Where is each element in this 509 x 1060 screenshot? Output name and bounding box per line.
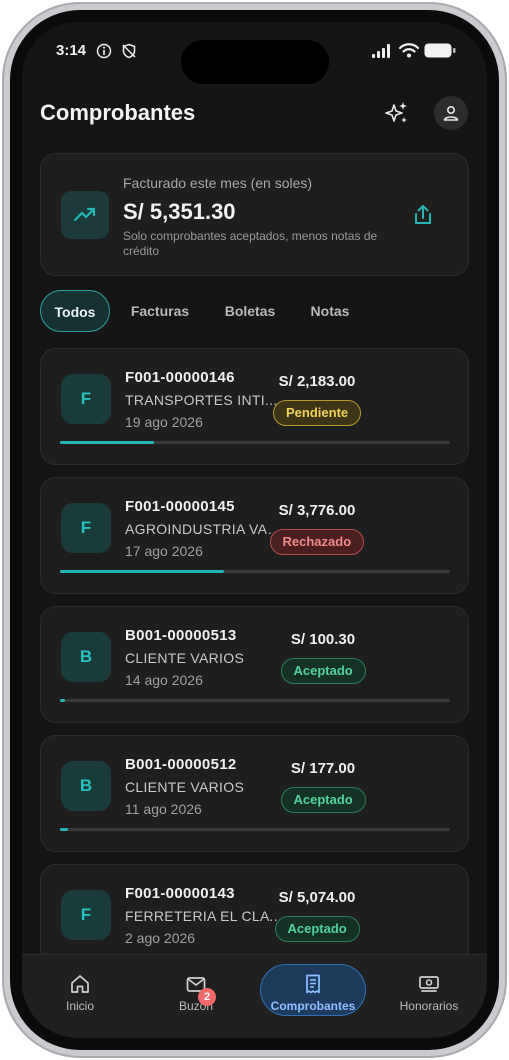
trending-up-icon [73, 207, 96, 222]
filter-tabs: Todos Facturas Boletas Notas [40, 290, 480, 334]
summary-value: S/ 5,351.30 [123, 199, 236, 224]
progress-fill [60, 828, 68, 831]
nav-buzon[interactable]: Buzón [141, 963, 251, 1019]
profile-button[interactable] [434, 96, 468, 130]
progress-bar [60, 699, 450, 702]
invoice-date: 14 ago 2026 [125, 672, 203, 688]
invoice-date: 19 ago 2026 [125, 414, 203, 430]
invoice-date: 17 ago 2026 [125, 543, 203, 559]
invoice-card[interactable]: B B001-00000512 CLIENTE VARIOS 11 ago 2026 S… [40, 735, 469, 852]
invoice-number: F001-00000146 [125, 369, 235, 386]
tab-facturas[interactable]: Facturas [120, 290, 200, 332]
info-icon [96, 43, 112, 59]
summary-icon-box [61, 191, 109, 239]
invoice-client: AGROINDUSTRIA VAL... [125, 521, 285, 537]
nav-label: Honorarios [399, 999, 459, 1013]
document-type-avatar: B [61, 632, 111, 682]
tab-notas[interactable]: Notas [300, 290, 360, 332]
nav-comprobantes[interactable]: Comprobantes [258, 963, 368, 1019]
shield-off-icon [122, 43, 136, 59]
dynamic-island [181, 40, 329, 84]
invoice-client: CLIENTE VARIOS [125, 779, 245, 795]
invoice-amount: S/ 177.00 [290, 760, 356, 777]
status-badge: Pendiente [273, 400, 362, 426]
app-screen: 3:14 Comprobantes Facturado este mes (en… [22, 22, 487, 1038]
wifi-icon [399, 43, 419, 58]
nav-inicio[interactable]: Inicio [25, 963, 135, 1019]
status-badge: Aceptado [280, 787, 366, 813]
invoice-number: F001-00000145 [125, 498, 235, 515]
summary-note: Solo comprobantes aceptados, menos notas… [123, 229, 378, 258]
invoice-client: FERRETERIA EL CLAV... [125, 908, 285, 924]
invoice-card[interactable]: F F001-00000146 TRANSPORTES INTI... 19 ago … [40, 348, 469, 465]
progress-fill [60, 441, 154, 444]
notification-badge: 2 [198, 988, 216, 1006]
status-bar: 3:14 [22, 22, 487, 84]
nav-honorarios[interactable]: Honorarios [374, 963, 484, 1019]
invoice-amount: S/ 2,183.00 [278, 373, 356, 390]
page-title: Comprobantes [40, 100, 196, 125]
share-icon[interactable] [411, 203, 435, 227]
document-type-avatar: F [61, 503, 111, 553]
user-icon [443, 105, 459, 121]
tab-boletas[interactable]: Boletas [212, 290, 288, 332]
invoice-client: CLIENTE VARIOS [125, 650, 245, 666]
nav-label: Comprobantes [270, 999, 356, 1013]
invoice-card[interactable]: F F001-00000145 AGROINDUSTRIA VAL... 17 ago… [40, 477, 469, 594]
monthly-summary-card: Facturado este mes (en soles) S/ 5,351.3… [40, 153, 469, 276]
invoice-date: 11 ago 2026 [125, 801, 202, 817]
status-time: 3:14 [56, 42, 87, 59]
document-type-avatar: F [61, 374, 111, 424]
invoice-amount: S/ 3,776.00 [278, 502, 356, 519]
status-badge: Rechazado [269, 529, 365, 555]
invoice-number: F001-00000143 [125, 885, 235, 902]
summary-label: Facturado este mes (en soles) [123, 175, 313, 191]
nav-label: Buzón [178, 999, 214, 1013]
invoice-client: TRANSPORTES INTI... [125, 392, 278, 408]
invoice-amount: S/ 100.30 [290, 631, 356, 648]
progress-bar [60, 828, 450, 831]
progress-bar [60, 570, 450, 573]
sparkle-icon [385, 102, 407, 123]
progress-fill [60, 570, 224, 573]
progress-bar [60, 441, 450, 444]
home-icon [71, 975, 89, 993]
ai-sparkle-button[interactable] [380, 96, 414, 130]
status-badge: Aceptado [280, 658, 366, 684]
bottom-navigation: Inicio Buzón 2 Comprobantes Honorarios [22, 954, 487, 1038]
document-type-avatar: B [61, 761, 111, 811]
invoice-number: B001-00000512 [125, 756, 237, 773]
battery-icon [424, 43, 456, 58]
invoice-amount: S/ 5,074.00 [278, 889, 356, 906]
cash-icon [419, 976, 439, 992]
nav-label: Inicio [65, 999, 94, 1013]
status-badge: Aceptado [274, 916, 360, 942]
signal-icon [372, 44, 390, 58]
tab-todos[interactable]: Todos [40, 290, 110, 332]
invoice-date: 2 ago 2026 [125, 930, 196, 946]
progress-fill [60, 699, 65, 702]
document-type-avatar: F [61, 890, 111, 940]
receipt-icon [306, 974, 320, 994]
invoice-number: B001-00000513 [125, 627, 237, 644]
invoice-card[interactable]: B B001-00000513 CLIENTE VARIOS 14 ago 2026 S… [40, 606, 469, 723]
